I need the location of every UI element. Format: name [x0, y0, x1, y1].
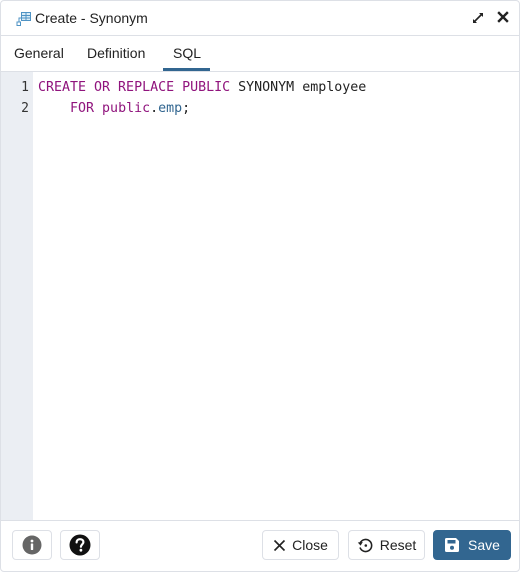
tab-sql[interactable]: SQL [173, 45, 201, 61]
tab-bar: General Definition SQL [1, 36, 519, 72]
save-button-label: Save [468, 537, 500, 553]
code-token: SYNONYM employee [230, 80, 367, 95]
line-number-gutter: 1 2 [1, 72, 33, 520]
save-button[interactable]: Save [433, 530, 511, 560]
dialog-footer: Close Reset Save [1, 521, 519, 571]
save-icon [444, 537, 460, 553]
reset-button-label: Reset [379, 537, 417, 553]
create-synonym-dialog: Create - Synonym General Definition SQL … [0, 0, 520, 572]
code-line: CREATE OR REPLACE PUBLIC SYNONYM employe… [38, 80, 366, 95]
synonym-icon [16, 11, 32, 27]
code-token-keyword: FOR public [70, 101, 151, 116]
active-tab-indicator [163, 68, 210, 71]
code-line: FOR public.emp; [38, 101, 190, 116]
code-token: ; [182, 101, 191, 116]
help-icon [69, 534, 91, 556]
close-button-label: Close [292, 537, 328, 553]
code-token: . [150, 101, 159, 116]
reset-icon [357, 537, 374, 554]
close-icon [273, 539, 286, 552]
close-icon[interactable] [495, 9, 511, 25]
dialog-title: Create - Synonym [35, 10, 148, 26]
info-button[interactable] [12, 530, 52, 560]
tab-definition[interactable]: Definition [87, 45, 145, 61]
reset-button[interactable]: Reset [348, 530, 425, 560]
tab-general[interactable]: General [14, 45, 64, 61]
line-number: 1 [21, 80, 29, 95]
info-icon [22, 535, 42, 555]
help-button[interactable] [60, 530, 100, 560]
code-token-variable: emp [158, 101, 183, 116]
line-number: 2 [21, 101, 29, 116]
code-token-keyword: CREATE OR REPLACE PUBLIC [38, 80, 231, 95]
close-button[interactable]: Close [262, 530, 339, 560]
maximize-icon[interactable] [470, 10, 486, 26]
dialog-titlebar[interactable]: Create - Synonym [1, 1, 519, 36]
sql-editor[interactable]: 1 2 CREATE OR REPLACE PUBLIC SYNONYM emp… [1, 72, 519, 521]
